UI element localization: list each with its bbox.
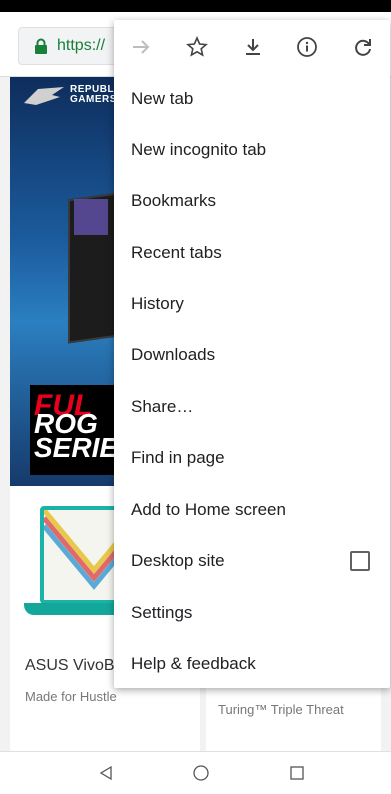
- star-icon[interactable]: [184, 34, 210, 60]
- menu-item-new-tab[interactable]: New tab: [114, 73, 390, 124]
- menu-item-label: Recent tabs: [131, 242, 222, 262]
- status-bar: [0, 0, 391, 12]
- promo-line-3: SERIE: [34, 432, 119, 463]
- menu-item-label: Downloads: [131, 344, 216, 364]
- refresh-icon[interactable]: [350, 34, 376, 60]
- back-triangle-icon[interactable]: [95, 762, 117, 784]
- home-circle-icon[interactable]: [190, 762, 212, 784]
- download-icon[interactable]: [240, 34, 266, 60]
- menu-item-add-to-home-screen[interactable]: Add to Home screen: [114, 484, 390, 535]
- menu-item-label: Settings: [131, 602, 193, 622]
- menu-item-settings[interactable]: Settings: [114, 587, 390, 638]
- menu-item-share[interactable]: Share…: [114, 381, 390, 432]
- rog-logo-icon: [24, 87, 64, 105]
- desktop-site-checkbox[interactable]: [350, 550, 370, 571]
- menu-item-label: Share…: [131, 396, 194, 416]
- menu-item-find-in-page[interactable]: Find in page: [114, 432, 390, 483]
- card-subtitle: Turing™ Triple Threat: [218, 702, 344, 717]
- menu-item-desktop-site[interactable]: Desktop site: [114, 535, 390, 586]
- card-subtitle: Made for Hustle: [25, 689, 117, 704]
- android-nav-bar: [0, 751, 391, 794]
- info-icon[interactable]: [294, 34, 320, 60]
- menu-item-label: New incognito tab: [131, 139, 267, 159]
- menu-item-new-incognito-tab[interactable]: New incognito tab: [114, 124, 390, 175]
- menu-item-label: History: [131, 293, 184, 313]
- menu-item-label: Add to Home screen: [131, 499, 286, 519]
- motherboard-chip: [74, 199, 108, 235]
- menu-item-history[interactable]: History: [114, 278, 390, 329]
- menu-item-help-feedback[interactable]: Help & feedback: [114, 638, 390, 689]
- menu-item-label: Desktop site: [131, 550, 225, 570]
- card-title[interactable]: ASUS VivoB: [25, 657, 115, 675]
- lock-icon: [35, 38, 47, 54]
- menu-icon-row: [114, 20, 390, 74]
- recents-square-icon[interactable]: [286, 762, 308, 784]
- menu-item-bookmarks[interactable]: Bookmarks: [114, 175, 390, 226]
- overflow-menu: New tab New incognito tab Bookmarks Rece…: [114, 20, 390, 688]
- menu-item-label: Find in page: [131, 447, 225, 467]
- url-text: https://: [57, 37, 106, 54]
- menu-item-recent-tabs[interactable]: Recent tabs: [114, 227, 390, 278]
- menu-item-label: New tab: [131, 88, 194, 108]
- menu-item-label: Help & feedback: [131, 653, 256, 673]
- menu-item-downloads[interactable]: Downloads: [114, 329, 390, 380]
- menu-item-label: Bookmarks: [131, 190, 217, 210]
- forward-icon[interactable]: [128, 34, 154, 60]
